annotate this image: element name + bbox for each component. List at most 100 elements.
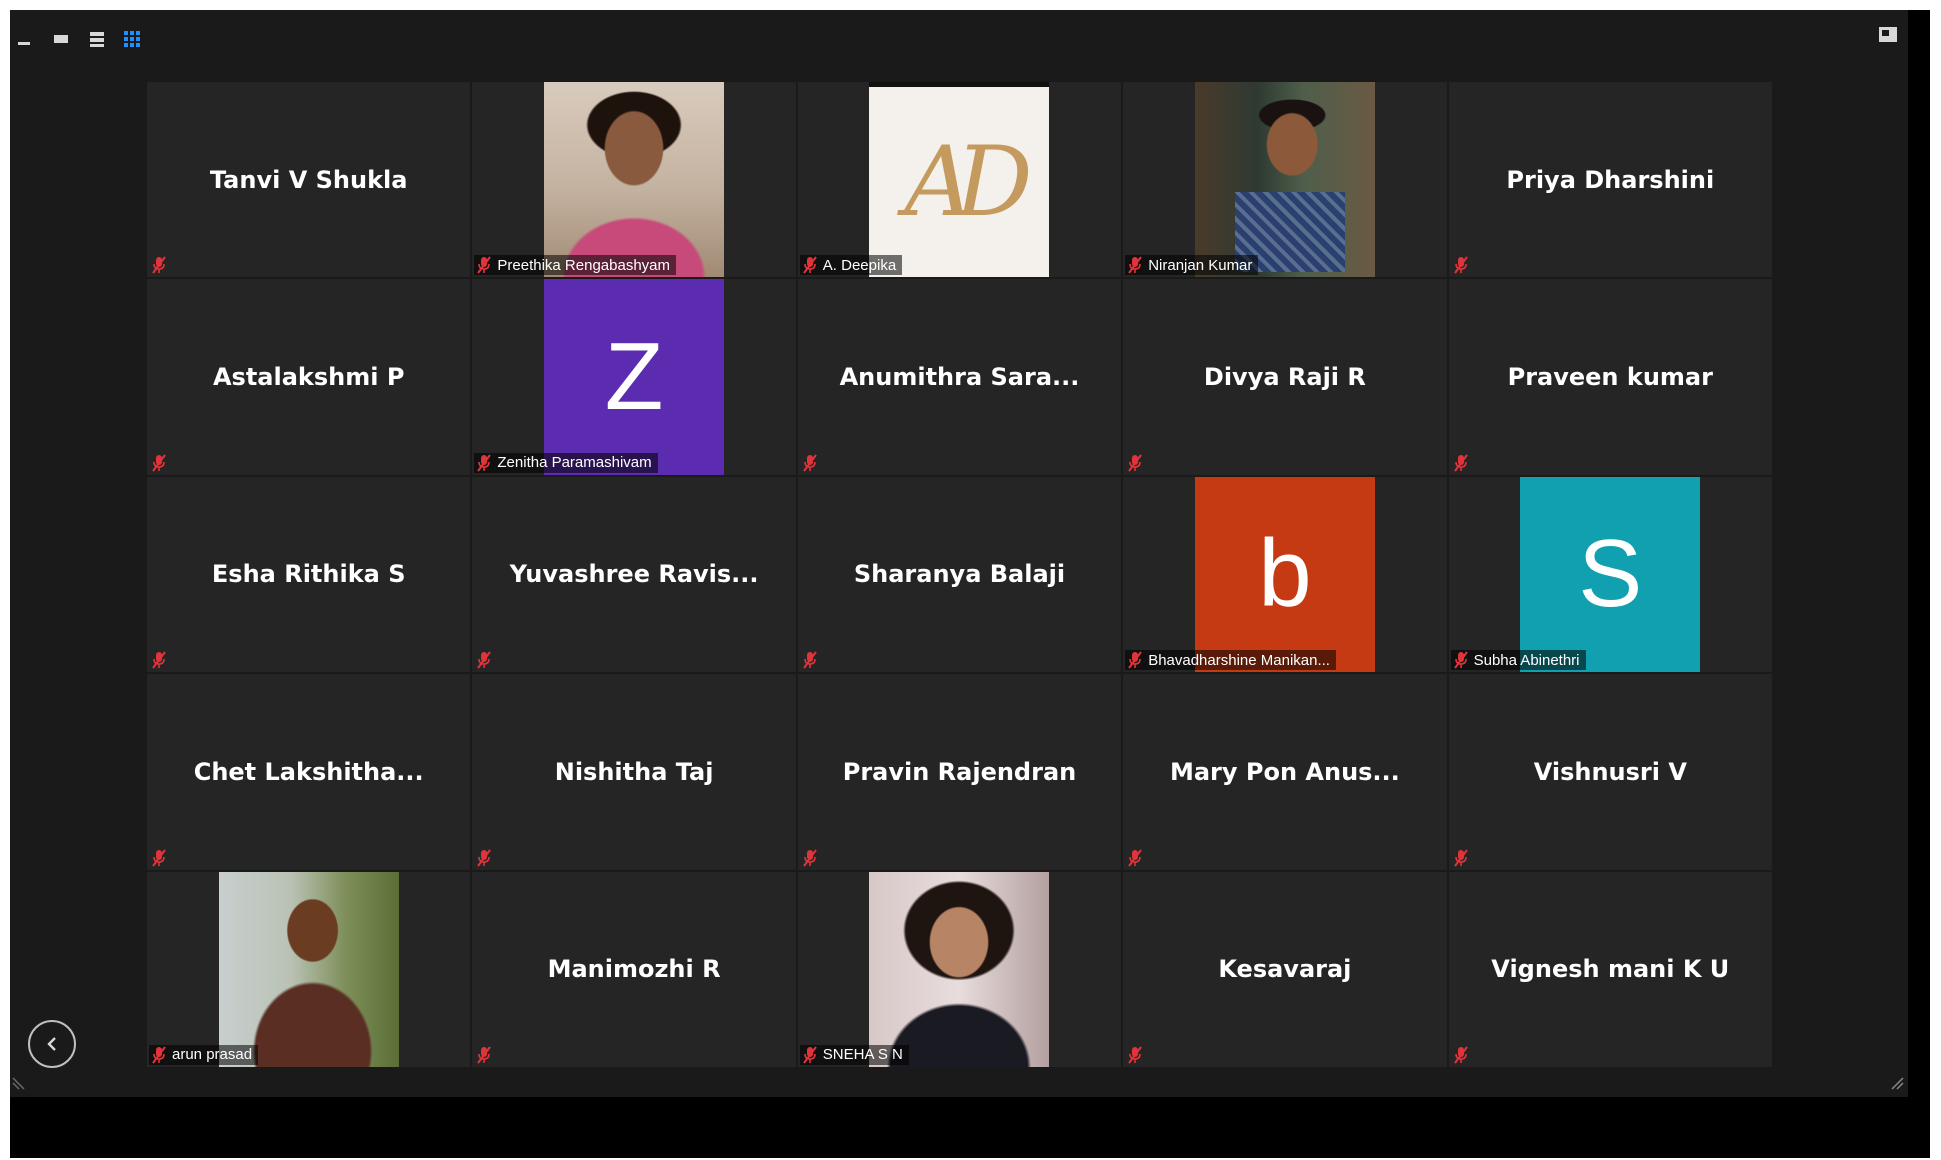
participant-name: Tanvi V Shukla — [209, 165, 408, 194]
gallery-view-icon[interactable] — [124, 31, 142, 47]
participant-tile[interactable]: Priya Dharshini — [1448, 82, 1772, 278]
participant-tile[interactable]: Praveen kumar — [1448, 279, 1772, 475]
microphone-muted-icon — [477, 256, 492, 274]
participant-video — [869, 871, 1050, 1067]
participant-video — [544, 82, 725, 278]
participant-tile[interactable]: Esha Rithika S — [147, 476, 471, 673]
name-label — [149, 255, 173, 275]
name-label: Bhavadharshine Manikan... — [1125, 650, 1336, 671]
participant-label: arun prasad — [172, 1046, 253, 1064]
participant-tile[interactable]: arun prasad — [147, 871, 471, 1067]
participant-tile[interactable]: Nishitha Taj — [472, 674, 796, 870]
name-label — [149, 650, 173, 670]
participant-tile[interactable]: Z Zenitha Paramashivam — [472, 279, 796, 475]
name-label: Subha Abinethri — [1450, 650, 1586, 671]
microphone-muted-icon — [152, 454, 166, 472]
avatar: S — [1520, 476, 1701, 673]
participant-tile[interactable]: Sharanya Balaji — [797, 476, 1122, 673]
name-label: Zenitha Paramashivam — [474, 452, 658, 473]
microphone-muted-icon — [802, 1046, 817, 1064]
name-label — [800, 453, 824, 473]
participant-name: Vishnusri V — [1533, 757, 1687, 786]
microphone-muted-icon — [1128, 454, 1142, 472]
participant-logo-image: AD — [869, 82, 1050, 278]
participant-name: Divya Raji R — [1203, 363, 1366, 392]
name-label — [1451, 1045, 1475, 1065]
microphone-muted-icon — [802, 651, 817, 669]
microphone-muted-icon — [802, 256, 817, 274]
participant-tile[interactable]: Niranjan Kumar — [1123, 82, 1447, 278]
participant-tile[interactable]: Kesavaraj — [1123, 871, 1447, 1067]
name-label — [1125, 453, 1149, 473]
microphone-muted-icon — [1453, 651, 1468, 669]
participant-name: Anumithra Sara... — [839, 363, 1080, 392]
participant-label: SNEHA S N — [822, 1046, 903, 1064]
minimize-icon[interactable] — [18, 31, 32, 47]
participant-tile[interactable]: Vignesh mani K U — [1448, 871, 1772, 1067]
participant-name: Mary Pon Anus... — [1169, 757, 1400, 786]
participant-video — [218, 871, 399, 1067]
participant-label: Subha Abinethri — [1473, 651, 1580, 669]
microphone-muted-icon — [1128, 651, 1142, 669]
resize-handle-icon[interactable] — [1890, 1076, 1904, 1090]
name-label: SNEHA S N — [799, 1044, 909, 1065]
name-label: Niranjan Kumar — [1125, 255, 1259, 276]
name-label — [1451, 255, 1475, 275]
participant-name: Manimozhi R — [547, 955, 721, 984]
participant-tile[interactable]: Astalakshmi P — [147, 279, 471, 475]
name-label — [1125, 1045, 1149, 1065]
name-label — [474, 1045, 498, 1065]
microphone-muted-icon — [152, 1046, 166, 1064]
participant-tile[interactable]: Yuvashree Ravis... — [472, 476, 796, 673]
participant-tile[interactable]: Tanvi V Shukla — [147, 82, 471, 278]
participant-name: Sharanya Balaji — [853, 560, 1066, 589]
participant-tile[interactable]: S Subha Abinethri — [1448, 476, 1772, 673]
name-label: Preethika Rengabashyam — [474, 255, 676, 276]
microphone-muted-icon — [1453, 1046, 1468, 1064]
microphone-muted-icon — [477, 848, 492, 867]
participant-tile[interactable]: b Bhavadharshine Manikan... — [1123, 476, 1447, 673]
name-label: A. Deepika — [799, 255, 903, 276]
participant-tile[interactable]: Anumithra Sara... — [797, 279, 1122, 475]
participant-label: Bhavadharshine Manikan... — [1148, 651, 1330, 669]
exit-fullscreen-icon[interactable] — [1878, 26, 1898, 44]
participant-tile[interactable]: Chet Lakshitha... — [147, 674, 471, 870]
microphone-muted-icon — [1453, 848, 1468, 867]
microphone-muted-icon — [477, 1046, 492, 1064]
microphone-muted-icon — [477, 454, 492, 472]
microphone-muted-icon — [477, 651, 492, 669]
participant-tile[interactable]: AD A. Deepika — [797, 82, 1122, 278]
participant-label: Preethika Rengabashyam — [497, 256, 670, 274]
participant-name: Priya Dharshini — [1506, 165, 1715, 194]
speaker-view-icon[interactable] — [54, 31, 70, 47]
avatar: b — [1194, 476, 1375, 673]
participant-name: Yuvashree Ravis... — [509, 560, 759, 589]
participant-name: Kesavaraj — [1218, 955, 1352, 984]
microphone-muted-icon — [152, 651, 166, 669]
microphone-muted-icon — [1128, 1046, 1142, 1064]
chevron-left-icon[interactable] — [28, 1020, 76, 1068]
participant-tile[interactable]: Pravin Rajendran — [797, 674, 1122, 870]
name-label — [800, 848, 824, 868]
participant-tile[interactable]: Divya Raji R — [1123, 279, 1447, 475]
participant-name: Chet Lakshitha... — [193, 757, 424, 786]
participant-label: A. Deepika — [822, 256, 897, 274]
participant-name: Esha Rithika S — [211, 560, 406, 589]
participant-name: Praveen kumar — [1507, 363, 1713, 392]
participant-tile[interactable]: Manimozhi R — [472, 871, 796, 1067]
name-label — [1451, 848, 1475, 868]
name-label — [800, 650, 824, 670]
participant-tile[interactable]: Vishnusri V — [1448, 674, 1772, 870]
microphone-muted-icon — [152, 256, 166, 274]
participant-name: Pravin Rajendran — [842, 757, 1077, 786]
gallery-strip-icon[interactable] — [90, 31, 106, 47]
participant-tile[interactable]: Mary Pon Anus... — [1123, 674, 1447, 870]
name-label — [149, 848, 173, 868]
participant-tile[interactable]: Preethika Rengabashyam — [472, 82, 796, 278]
participant-tile[interactable]: SNEHA S N — [797, 871, 1122, 1067]
video-stage: Tanvi V Shukla Preethika Rengabashyam AD A.… — [10, 10, 1908, 1097]
microphone-muted-icon — [152, 848, 166, 867]
name-label — [474, 650, 498, 670]
name-label — [1451, 453, 1475, 473]
microphone-muted-icon — [802, 848, 817, 867]
